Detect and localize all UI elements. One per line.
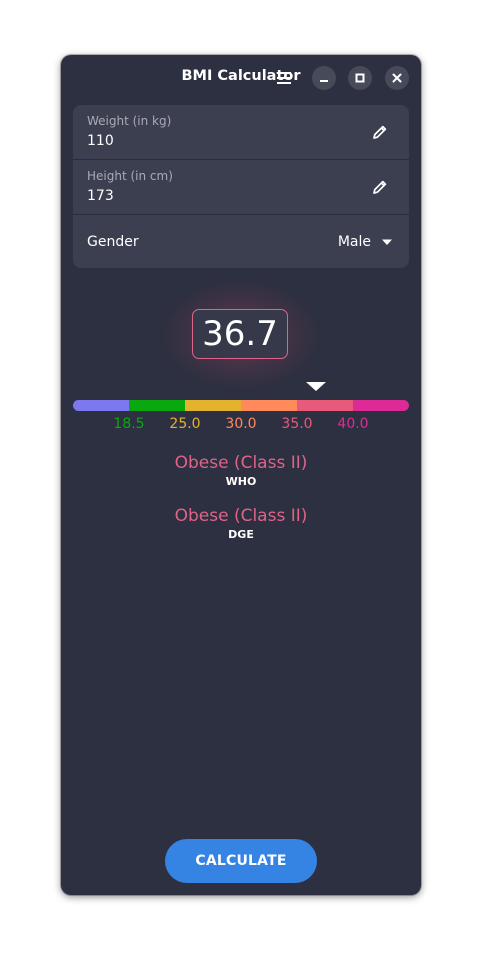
gender-selected-value: Male: [337, 234, 371, 250]
scale-tick-label: 30.0: [225, 416, 257, 432]
bmi-value: 36.7: [192, 309, 288, 359]
main-menu-button[interactable]: [272, 66, 296, 90]
gender-dropdown[interactable]: Male: [338, 234, 393, 250]
pencil-icon[interactable]: [371, 178, 389, 196]
close-button[interactable]: [385, 66, 409, 90]
chevron-down-icon: [382, 239, 392, 245]
close-icon: [392, 73, 402, 83]
minimize-icon: [320, 80, 328, 82]
scale-tick-label: 35.0: [281, 416, 313, 432]
maximize-icon: [355, 73, 365, 83]
scale-tick-label: 18.5: [113, 416, 145, 432]
header-bar: BMI Calculator: [61, 55, 421, 101]
scale-segment: [129, 400, 185, 411]
gender-row: Gender Male: [73, 215, 409, 268]
menu-icon: [277, 72, 291, 84]
classification-name: Obese (Class II): [174, 506, 308, 526]
classification-dge: Obese (Class II) DGE: [61, 506, 421, 541]
app-window: BMI Calculator Weight (in kg) 110 Height…: [61, 55, 421, 895]
bmi-scale-bar: [73, 400, 409, 411]
scale-segment: [297, 400, 353, 411]
weight-field[interactable]: 110: [87, 133, 114, 149]
scale-segment: [353, 400, 409, 411]
classification-who: Obese (Class II) WHO: [61, 453, 421, 488]
classification-name: Obese (Class II): [174, 453, 308, 473]
bmi-marker-icon: [306, 382, 327, 391]
weight-row[interactable]: Weight (in kg) 110: [73, 105, 409, 160]
weight-caption: Weight (in kg): [87, 114, 172, 128]
height-field[interactable]: 173: [87, 188, 114, 204]
input-card: Weight (in kg) 110 Height (in cm) 173 Ge…: [73, 105, 409, 268]
scale-segment: [73, 400, 129, 411]
scale-segment: [241, 400, 297, 411]
classification-standard: DGE: [228, 528, 254, 541]
scale-tick-label: 40.0: [337, 416, 369, 432]
height-row[interactable]: Height (in cm) 173: [73, 160, 409, 215]
gender-label: Gender: [87, 234, 139, 250]
classification-standard: WHO: [225, 475, 257, 488]
scale-segment: [185, 400, 241, 411]
pencil-icon[interactable]: [371, 123, 389, 141]
maximize-button[interactable]: [348, 66, 372, 90]
scale-tick-label: 25.0: [169, 416, 201, 432]
calculate-button[interactable]: CALCULATE: [165, 839, 317, 883]
minimize-button[interactable]: [312, 66, 336, 90]
height-caption: Height (in cm): [87, 169, 173, 183]
